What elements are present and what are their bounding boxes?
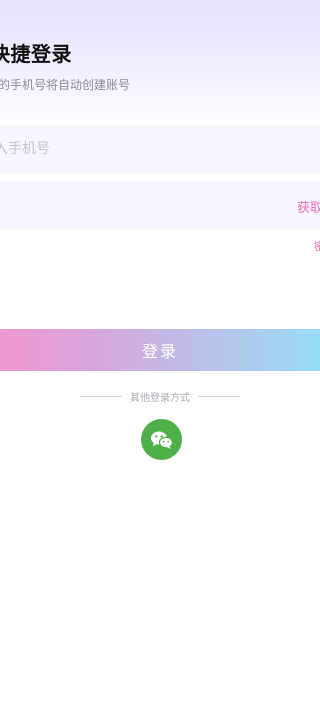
page-title: 快捷登录	[0, 42, 72, 66]
wechat-login-button[interactable]	[141, 419, 182, 460]
phone-input[interactable]	[0, 125, 274, 173]
phone-field	[0, 125, 320, 173]
code-field: 获取	[0, 181, 320, 229]
login-button[interactable]: 登录	[0, 329, 320, 371]
get-code-button[interactable]: 获取	[297, 197, 320, 216]
page-subtitle: 的手机号将自动创建账号	[0, 78, 131, 92]
divider-left	[80, 395, 122, 397]
other-login-divider: 其他登录方式	[0, 388, 320, 404]
divider-right	[198, 395, 240, 397]
login-page: 快捷登录 的手机号将自动创建账号 获取 密 登录 其他登录方式	[0, 0, 320, 711]
other-login-label: 其他登录方式	[130, 392, 190, 404]
password-login-link[interactable]: 密	[314, 238, 320, 254]
verification-code-input[interactable]	[0, 181, 274, 229]
wechat-icon	[150, 431, 173, 449]
